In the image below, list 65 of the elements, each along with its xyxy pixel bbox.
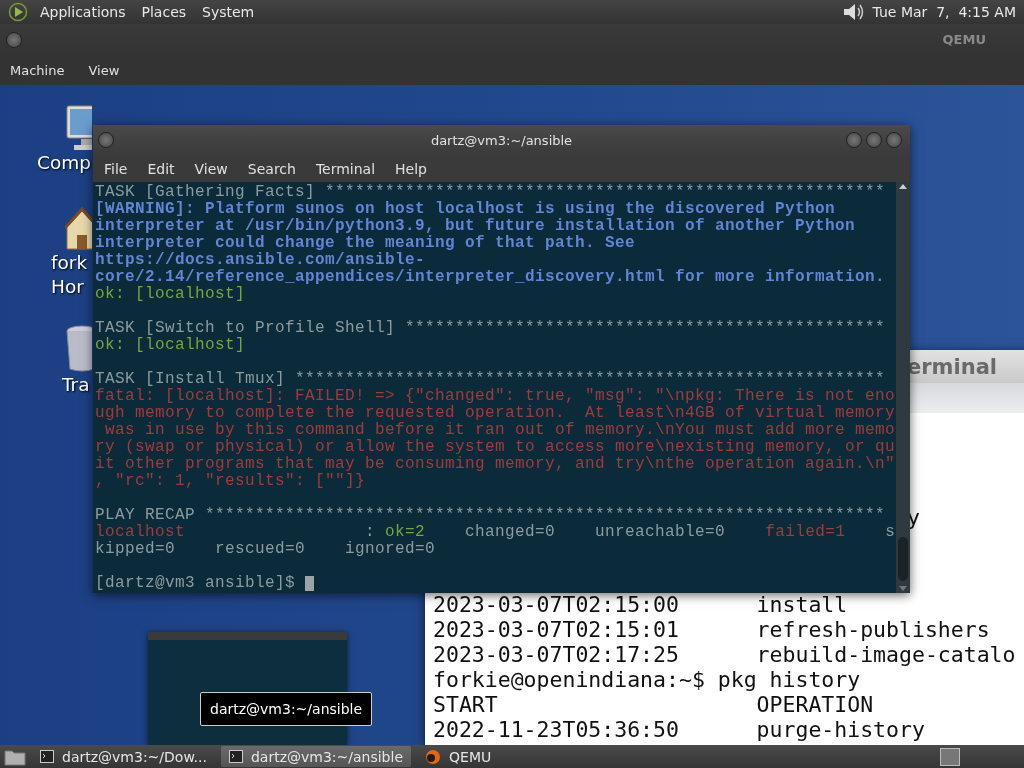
menu-item[interactable]: Edit <box>147 160 175 177</box>
menu-item[interactable]: Machine <box>10 62 65 78</box>
desktop-icon-label[interactable]: Tra <box>62 373 90 397</box>
terminal-line: 2023-03-07T02:15:01 refresh-publishers <box>433 617 991 642</box>
terminal-line: 2022-11-23T05:36:50 purge-history <box>433 717 926 742</box>
terminal-line: kipped=0 rescued=0 ignored=0 <box>95 541 437 558</box>
taskbar-item[interactable]: dartz@vm3:~/Dow... <box>32 746 215 767</box>
workspace-switcher[interactable] <box>940 747 960 766</box>
terminal-line: , "rc": 1, "results": [""]} <box>95 473 367 490</box>
terminal-line: TASK [Switch to Profile Shell] ************************************************ <box>95 320 887 337</box>
taskbar-item[interactable]: QEMU <box>417 746 500 767</box>
clock[interactable]: Tue Mar 7, 4:15 AM <box>872 4 1016 20</box>
terminal-line: START OPERATION <box>433 692 875 717</box>
terminal-line: it other programs that may be consuming memory, and try\nthe operation again.\n" <box>95 456 896 473</box>
terminal-line: localhost : ok=2 changed=0 unreachable=0 failed=1 s <box>95 524 896 541</box>
maximize-button[interactable] <box>866 132 882 148</box>
terminal-line: https://docs.ansible.com/ansible- <box>95 252 427 269</box>
text-cursor <box>305 576 315 591</box>
window-menu-button[interactable] <box>6 31 22 48</box>
minimize-button[interactable] <box>846 132 862 148</box>
menu-item[interactable]: View <box>88 62 120 78</box>
trash-icon[interactable] <box>66 325 92 373</box>
desktop-icon-label[interactable]: fork <box>51 251 88 275</box>
desktop-icon-label[interactable]: Comp <box>37 151 91 175</box>
scroll-down-icon[interactable] <box>898 585 908 593</box>
menu-item[interactable]: Terminal <box>315 160 376 177</box>
terminal-line: forkie@openindiana:~$ pkg history <box>433 667 862 692</box>
desktop-icon-label[interactable]: Hor <box>51 275 84 299</box>
taskbar-item[interactable]: dartz@vm3:~/ansible <box>220 746 411 767</box>
window-title: dartz@vm3:~/ansible <box>430 132 573 148</box>
terminal-icon <box>40 750 54 763</box>
terminal-line: [WARNING]: Platform sunos on host localhost is using the discovered Python <box>95 201 837 218</box>
folder-icon[interactable] <box>4 747 26 766</box>
menu-item[interactable]: Help <box>395 160 427 177</box>
window-menu-button[interactable] <box>98 132 114 148</box>
close-button[interactable] <box>886 132 902 148</box>
terminal-line: ry (swap or physical) or allow the system to access more\nexisting memory, or qu <box>95 439 896 456</box>
qemu-icon <box>425 748 441 765</box>
terminal-line: core/2.14/reference_appendices/interpreter_discovery.html for more information. <box>95 269 887 286</box>
window-title: erminal <box>907 354 997 379</box>
scrollbar-thumb[interactable] <box>898 537 908 581</box>
terminal-line: 2023-03-07T02:17:25 rebuild-image-catalo <box>433 642 1017 667</box>
scrollbar[interactable] <box>896 182 910 593</box>
terminal-line: TASK [Gathering Facts] ******************************************************** <box>95 184 887 201</box>
terminal-line: TASK [Install Tmux] *********************************************************** <box>95 371 887 388</box>
menu-item[interactable]: File <box>104 160 128 177</box>
terminal-line: 2023-03-07T02:15:00 install <box>433 592 849 617</box>
terminal-line: was in use by this command before it ran out of memory.\nYou must add more memo <box>104 422 896 439</box>
terminal-line: interpreter at /usr/bin/python3.9, but future installation of another Python <box>95 218 857 235</box>
menu-item[interactable]: Search <box>247 160 296 177</box>
panel-menu[interactable]: Places <box>137 4 191 20</box>
terminal-line: interpreter could change the meaning of that path. See <box>95 235 637 252</box>
terminal-line: ok: [localhost] <box>95 286 247 303</box>
tooltip: dartz@vm3:~/ansible <box>200 692 373 726</box>
terminal-line: fatal: [localhost]: FAILED! => {"changed": true, "msg": "\npkg: There is not eno <box>95 388 896 405</box>
distro-logo-icon[interactable] <box>8 2 28 22</box>
panel-menu[interactable]: Applications <box>36 4 130 20</box>
window-title: QEMU <box>942 32 986 47</box>
terminal-icon <box>228 750 243 763</box>
terminal-line: PLAY RECAP ******************************************************************** <box>95 507 887 524</box>
terminal-line: ugh memory to complete the requested operation. At least\n4GB of virtual memory <box>95 405 896 422</box>
menu-item[interactable]: View <box>194 160 228 177</box>
panel-menu[interactable]: System <box>198 4 259 20</box>
terminal-line: ok: [localhost] <box>95 337 247 354</box>
terminal-line: [dartz@vm3 ansible]$ <box>95 575 896 592</box>
